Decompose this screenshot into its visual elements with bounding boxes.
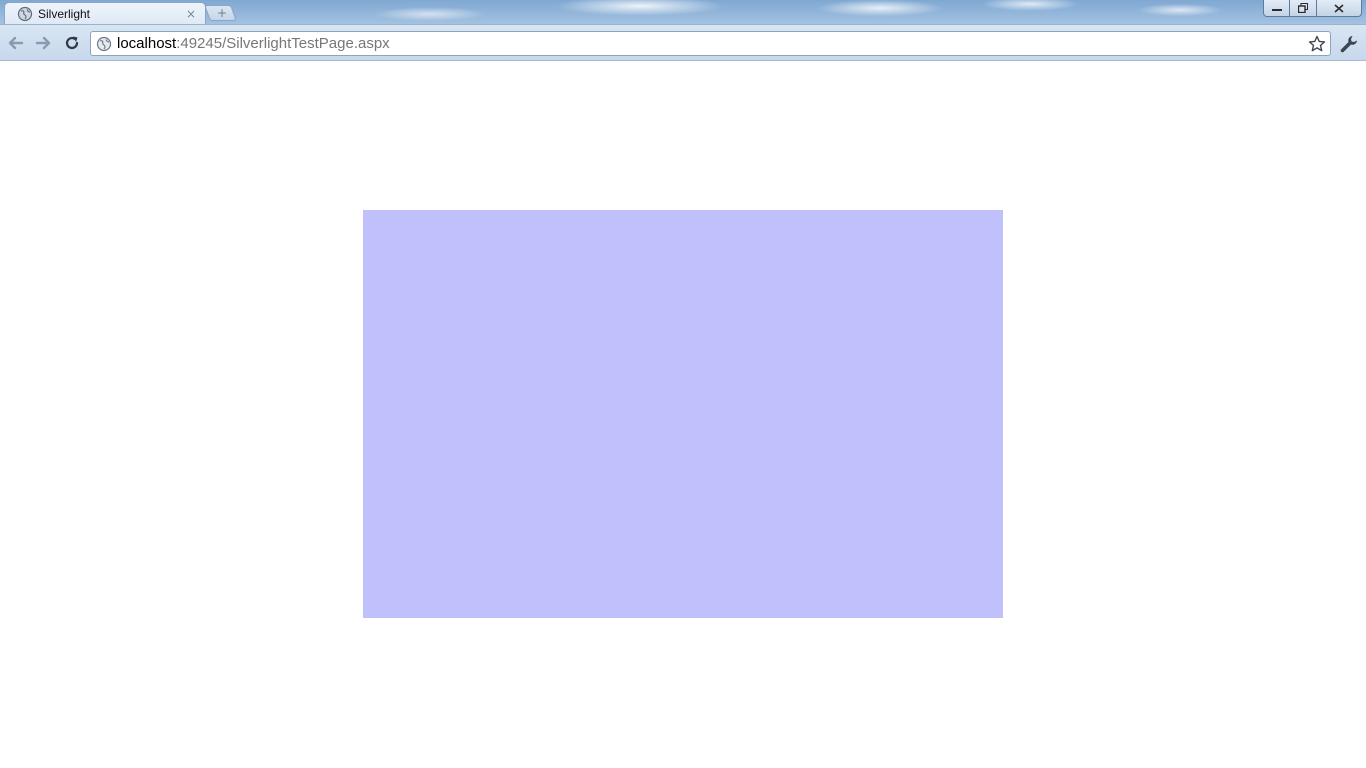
globe-icon: [17, 6, 33, 22]
minimize-button[interactable]: [1263, 0, 1290, 17]
back-button[interactable]: [5, 32, 27, 54]
star-icon[interactable]: [1308, 35, 1326, 53]
reload-icon: [65, 36, 79, 50]
address-bar[interactable]: localhost:49245/SilverlightTestPage.aspx: [90, 31, 1331, 56]
minimize-icon: [1271, 9, 1282, 11]
url-path: :49245/SilverlightTestPage.aspx: [176, 35, 390, 52]
browser-chrome: Silverlight × + localhost:49245/Silverli…: [0, 0, 1366, 61]
close-icon: [1334, 3, 1344, 13]
url-text[interactable]: localhost:49245/SilverlightTestPage.aspx: [117, 35, 390, 52]
url-host: localhost: [117, 35, 177, 52]
window-controls: [1263, 0, 1362, 17]
back-arrow-icon: [8, 36, 24, 50]
forward-arrow-icon: [35, 36, 51, 50]
reload-button[interactable]: [61, 32, 83, 54]
tab-title: Silverlight: [38, 6, 91, 21]
wrench-icon[interactable]: [1338, 33, 1360, 55]
restore-icon: [1298, 3, 1308, 13]
page-content: [0, 61, 1366, 768]
silverlight-plugin-area[interactable]: [363, 210, 1003, 618]
close-window-button[interactable]: [1317, 0, 1362, 17]
plus-icon: +: [216, 6, 228, 20]
page-info-globe-icon[interactable]: [96, 36, 112, 52]
tab-silverlight[interactable]: Silverlight ×: [4, 2, 206, 24]
browser-toolbar: localhost:49245/SilverlightTestPage.aspx: [0, 24, 1366, 61]
forward-button[interactable]: [32, 32, 54, 54]
tab-close-icon[interactable]: ×: [185, 8, 197, 20]
restore-button[interactable]: [1290, 0, 1317, 17]
